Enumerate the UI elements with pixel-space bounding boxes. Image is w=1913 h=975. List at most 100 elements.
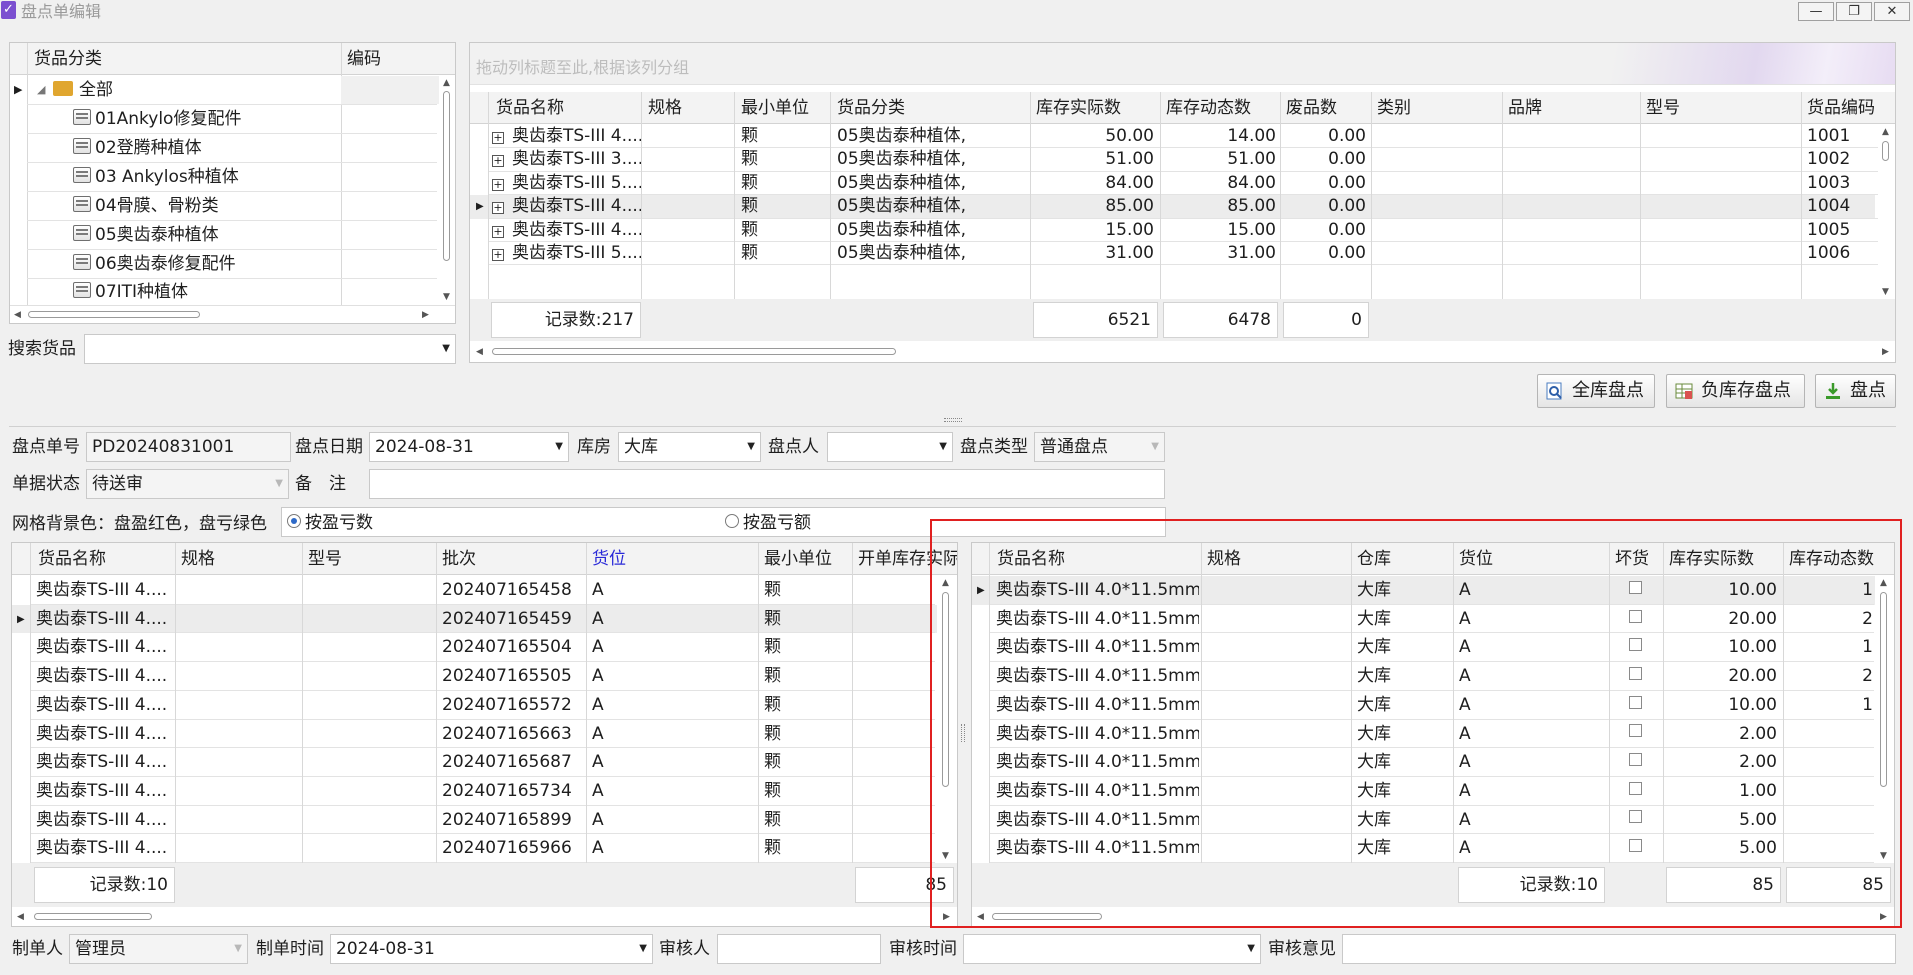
dropdown-arrow-icon[interactable]: ▼	[1247, 935, 1255, 963]
table-row[interactable]: 奥齿泰TS-III 4.... 202407165504 A 颗	[12, 633, 937, 662]
table-row[interactable]: + 奥齿泰TS-III 4.... 颗 05奥齿泰种植体, 50.00 14.00 0.00…	[470, 125, 1875, 148]
table-row[interactable]: 奥齿泰TS-III 4.... 202407165572 A 颗	[12, 691, 937, 720]
col-header-goods-code[interactable]: 货品编码	[1807, 92, 1875, 123]
table-row[interactable]: 奥齿泰TS-III 4.... 202407165734 A 颗	[12, 777, 937, 806]
col-header-actual-stock[interactable]: 库存实际数	[1669, 543, 1754, 574]
col-header-batch[interactable]: 批次	[442, 543, 476, 574]
collapse-icon[interactable]: ◢	[37, 76, 45, 104]
full-inventory-count-button[interactable]: 全库盘点	[1537, 374, 1655, 408]
table-row[interactable]: 奥齿泰TS-III 4.0*11.5mm 大库 A 20.00 2	[972, 605, 1875, 634]
group-by-panel[interactable]: 拖动列标题至此,根据该列分组	[470, 43, 1895, 85]
dropdown-arrow-icon[interactable]: ▼	[639, 935, 647, 963]
tree-item[interactable]: 06奥齿泰修复配件	[73, 250, 236, 278]
close-button[interactable]: ✕	[1874, 2, 1910, 21]
tree-item[interactable]: 07ITI种植体	[73, 278, 188, 306]
table-row[interactable]: + 奥齿泰TS-III 5.... 颗 05奥齿泰种植体, 84.00 84.00 0.00…	[470, 172, 1875, 195]
goods-hscrollbar[interactable]: ◀ ▶	[470, 342, 1895, 362]
reviewer-field[interactable]	[717, 934, 881, 964]
review-opinion-field[interactable]	[1342, 934, 1896, 964]
table-row[interactable]: 奥齿泰TS-III 4.... 202407165687 A 颗	[12, 748, 937, 777]
col-header-model[interactable]: 型号	[308, 543, 342, 574]
damaged-checkbox[interactable]	[1629, 580, 1642, 594]
col-header-open-actual[interactable]: 开单库存实际	[858, 543, 957, 574]
dropdown-arrow-icon[interactable]: ▼	[275, 470, 283, 498]
col-header-location[interactable]: 货位	[592, 543, 626, 574]
maker-select[interactable]: 管理员 ▼	[69, 934, 248, 964]
negative-stock-count-button[interactable]: 负库存盘点	[1666, 374, 1805, 408]
minimize-button[interactable]: —	[1798, 2, 1834, 21]
dropdown-arrow-icon[interactable]: ▼	[747, 433, 755, 461]
col-header-actual-stock[interactable]: 库存实际数	[1036, 92, 1121, 123]
col-header-dynamic-stock[interactable]: 库存动态数	[1166, 92, 1251, 123]
table-row[interactable]: 奥齿泰TS-III 4.0*11.5mm 大库 A 2.00	[972, 720, 1875, 749]
table-row[interactable]: 奥齿泰TS-III 4.0*11.5mm 大库 A 2.00	[972, 748, 1875, 777]
table-row[interactable]: 奥齿泰TS-III 4.... 202407165899 A 颗	[12, 806, 937, 835]
table-row[interactable]: + 奥齿泰TS-III 5.... 颗 05奥齿泰种植体, 31.00 31.00 0.00…	[470, 242, 1875, 265]
table-row[interactable]: ▶ 奥齿泰TS-III 4.0*11.5mm 大库 A 10.00 1	[972, 576, 1875, 605]
expand-row-icon[interactable]: +	[492, 178, 504, 191]
expand-row-icon[interactable]: +	[492, 155, 504, 168]
col-header-spec[interactable]: 规格	[648, 92, 682, 123]
tree-item[interactable]: 02登腾种植体	[73, 134, 202, 162]
damaged-checkbox[interactable]	[1629, 753, 1642, 767]
table-row[interactable]: 奥齿泰TS-III 4.0*11.5mm 大库 A 20.00 2	[972, 662, 1875, 691]
col-header-goods-name[interactable]: 货品名称	[496, 92, 564, 123]
tree-item[interactable]: 01Ankylo修复配件	[73, 105, 241, 133]
count-type-select[interactable]: 普通盘点 ▼	[1034, 432, 1165, 462]
table-row[interactable]: ▶ + 奥齿泰TS-III 4.... 颗 05奥齿泰种植体, 85.00 85.00 0.0…	[470, 195, 1875, 218]
expand-row-icon[interactable]: +	[492, 202, 504, 215]
col-header-min-unit[interactable]: 最小单位	[764, 543, 832, 574]
tree-vscrollbar[interactable]: ▲ ▼	[439, 76, 455, 304]
col-header-spec[interactable]: 规格	[1207, 543, 1241, 574]
table-row[interactable]: 奥齿泰TS-III 4.... 202407165458 A 颗	[12, 576, 937, 605]
dropdown-arrow-icon[interactable]: ▼	[939, 433, 947, 461]
table-row[interactable]: 奥齿泰TS-III 4.0*11.5mm 大库 A 1.00	[972, 777, 1875, 806]
expand-row-icon[interactable]: +	[492, 225, 504, 238]
dropdown-arrow-icon[interactable]: ▼	[234, 935, 242, 963]
dropdown-arrow-icon[interactable]: ▼	[1151, 433, 1159, 461]
col-header-goods-name[interactable]: 货品名称	[38, 543, 106, 574]
col-header-category[interactable]: 货品分类	[34, 43, 102, 74]
damaged-checkbox[interactable]	[1629, 810, 1642, 824]
radio-by-amount[interactable]: 按盈亏额	[725, 512, 811, 534]
table-row[interactable]: 奥齿泰TS-III 4.... 202407165966 A 颗	[12, 834, 937, 863]
col-header-damaged[interactable]: 坏货	[1615, 543, 1649, 574]
col-header-goods-name[interactable]: 货品名称	[997, 543, 1065, 574]
col-header-type[interactable]: 类别	[1377, 92, 1411, 123]
dropdown-arrow-icon[interactable]: ▼	[442, 335, 450, 363]
table-row[interactable]: 奥齿泰TS-III 4.... 202407165505 A 颗	[12, 662, 937, 691]
batch-vscrollbar[interactable]: ▲ ▼	[938, 576, 954, 863]
col-header-min-unit[interactable]: 最小单位	[741, 92, 809, 123]
table-row[interactable]: 奥齿泰TS-III 4.0*11.5mm 大库 A 5.00	[972, 834, 1875, 863]
goods-vscrollbar[interactable]: ▲ ▼	[1878, 125, 1894, 299]
tree-item[interactable]: 04骨膜、骨粉类	[73, 192, 219, 220]
vertical-splitter-handle[interactable]	[961, 724, 965, 742]
damaged-checkbox[interactable]	[1629, 839, 1642, 853]
table-row[interactable]: ▶ 奥齿泰TS-III 4.... 202407165459 A 颗	[12, 605, 937, 634]
tree-hscrollbar[interactable]: ◀ ▶	[10, 305, 455, 323]
table-row[interactable]: 奥齿泰TS-III 4.... 202407165663 A 颗	[12, 720, 937, 749]
expand-row-icon[interactable]: +	[492, 132, 504, 144]
damaged-checkbox[interactable]	[1629, 609, 1642, 623]
splitter-handle[interactable]	[944, 418, 962, 422]
col-header-spec[interactable]: 规格	[181, 543, 215, 574]
table-row[interactable]: 奥齿泰TS-III 4.0*11.5mm 大库 A 10.00 1	[972, 691, 1875, 720]
inventory-count-button[interactable]: 盘点	[1815, 374, 1896, 408]
col-header-brand[interactable]: 品牌	[1508, 92, 1542, 123]
restore-button[interactable]: ❐	[1836, 2, 1872, 21]
doc-status-select[interactable]: 待送审 ▼	[86, 469, 289, 499]
damaged-checkbox[interactable]	[1629, 695, 1642, 709]
expand-row-icon[interactable]: +	[492, 249, 504, 261]
col-header-location[interactable]: 货位	[1459, 543, 1493, 574]
table-row[interactable]: + 奥齿泰TS-III 4.... 颗 05奥齿泰种植体, 15.00 15.00 0.00…	[470, 219, 1875, 242]
col-header-dynamic-stock[interactable]: 库存动态数	[1789, 543, 1874, 574]
review-time-field[interactable]: ▼	[963, 934, 1261, 964]
warehouse-select[interactable]: 大库 ▼	[618, 432, 761, 462]
tree-item[interactable]: 03 Ankylos种植体	[73, 163, 239, 191]
count-no-field[interactable]: PD20240831001	[86, 432, 291, 462]
table-row[interactable]: 奥齿泰TS-III 4.0*11.5mm 大库 A 5.00	[972, 806, 1875, 835]
table-row[interactable]: 奥齿泰TS-III 4.0*11.5mm 大库 A 10.00 1	[972, 633, 1875, 662]
col-header-code[interactable]: 编码	[347, 43, 381, 74]
col-header-model[interactable]: 型号	[1646, 92, 1680, 123]
col-header-warehouse[interactable]: 仓库	[1357, 543, 1391, 574]
